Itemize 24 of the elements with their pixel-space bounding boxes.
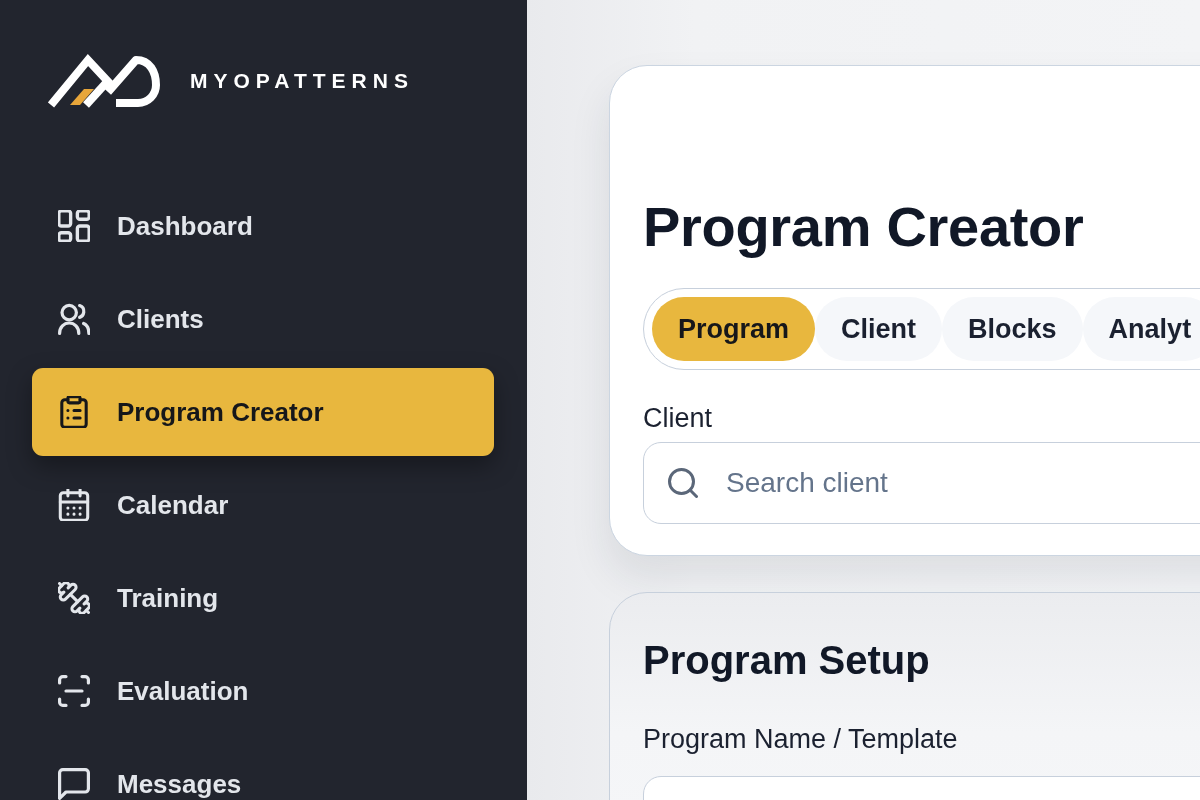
- section-title: Program Setup: [643, 637, 931, 683]
- clipboard-list-icon: [58, 396, 90, 428]
- search-field[interactable]: Search client: [643, 442, 1200, 524]
- scan-frame-icon: [58, 675, 90, 707]
- search-icon: [668, 468, 698, 498]
- tab[interactable]: Program: [652, 297, 816, 361]
- field-label: Client: [643, 402, 714, 434]
- tab[interactable]: Analyt: [1082, 297, 1200, 361]
- nav-item[interactable]: Training: [32, 554, 494, 642]
- field-label: Program Name / Template: [643, 723, 959, 755]
- tab[interactable]: Client: [815, 297, 943, 361]
- nav-item[interactable]: Dashboard: [32, 182, 494, 270]
- nav-item[interactable]: Program Creator: [32, 368, 494, 456]
- brand-name: MYOPATTERNS: [190, 69, 414, 91]
- nav-item[interactable]: Calendar: [32, 461, 494, 549]
- nav-item[interactable]: Clients: [32, 275, 494, 363]
- nav-item[interactable]: Messages: [32, 740, 494, 800]
- calendar-icon: [58, 489, 90, 521]
- dashboard-grid-icon: [58, 210, 90, 242]
- dumbbell-icon: [58, 582, 90, 614]
- users-icon: [58, 303, 90, 335]
- nav-item[interactable]: Evaluation: [32, 647, 494, 735]
- page-title: Program Creator: [643, 194, 1085, 259]
- tab[interactable]: Blocks: [942, 297, 1083, 361]
